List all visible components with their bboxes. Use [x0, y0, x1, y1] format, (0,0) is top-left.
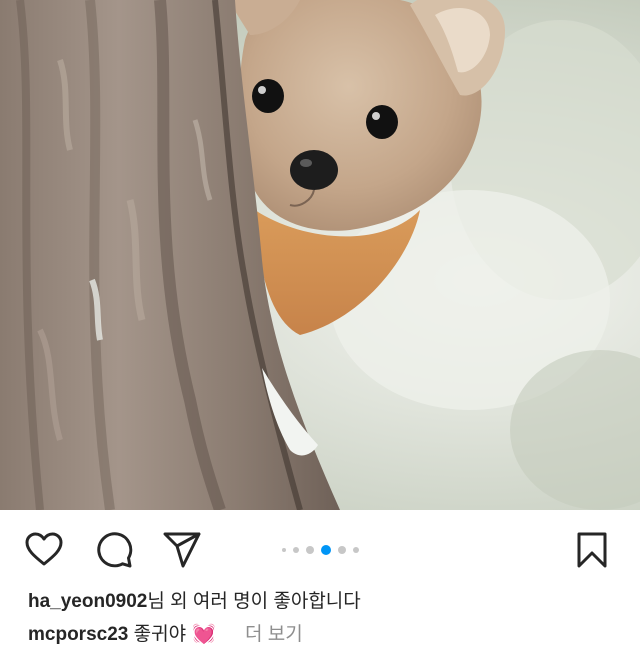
- post-image[interactable]: [0, 0, 640, 510]
- like-button[interactable]: [24, 530, 64, 570]
- comment-bubble-icon: [97, 532, 133, 568]
- carousel-dot: [281, 548, 286, 552]
- caption-line: mcporsc23 좋귀야 💓 더 보기: [28, 623, 303, 647]
- comment-username[interactable]: mcporsc23: [28, 624, 128, 645]
- likes-suffix[interactable]: 님 외 여러 명이 좋아합니다: [147, 591, 360, 612]
- comment-button[interactable]: [94, 530, 134, 570]
- heart-outline-icon: [25, 532, 63, 566]
- carousel-dot: [352, 547, 359, 553]
- carousel-dot: [292, 547, 299, 553]
- bookmark-icon: [577, 532, 607, 568]
- liker-username[interactable]: ha_yeon0902: [28, 591, 147, 612]
- paper-plane-icon: [163, 532, 201, 568]
- comment-text: 좋귀야: [133, 624, 187, 645]
- instagram-post: ha_yeon0902님 외 여러 명이 좋아합니다 mcporsc23 좋귀야…: [0, 0, 640, 645]
- carousel-dot: [305, 546, 314, 554]
- likes-summary: ha_yeon0902님 외 여러 명이 좋아합니다: [28, 590, 361, 614]
- heart-emoji: 💓: [192, 624, 216, 645]
- carousel-dot: [337, 546, 346, 554]
- marten-photo-illustration: [0, 0, 640, 510]
- share-button[interactable]: [162, 530, 202, 570]
- carousel-indicator: [262, 545, 378, 555]
- carousel-dot-active: [320, 545, 331, 555]
- post-action-bar: [0, 520, 640, 580]
- save-button[interactable]: [572, 530, 612, 570]
- more-link[interactable]: 더 보기: [245, 624, 303, 645]
